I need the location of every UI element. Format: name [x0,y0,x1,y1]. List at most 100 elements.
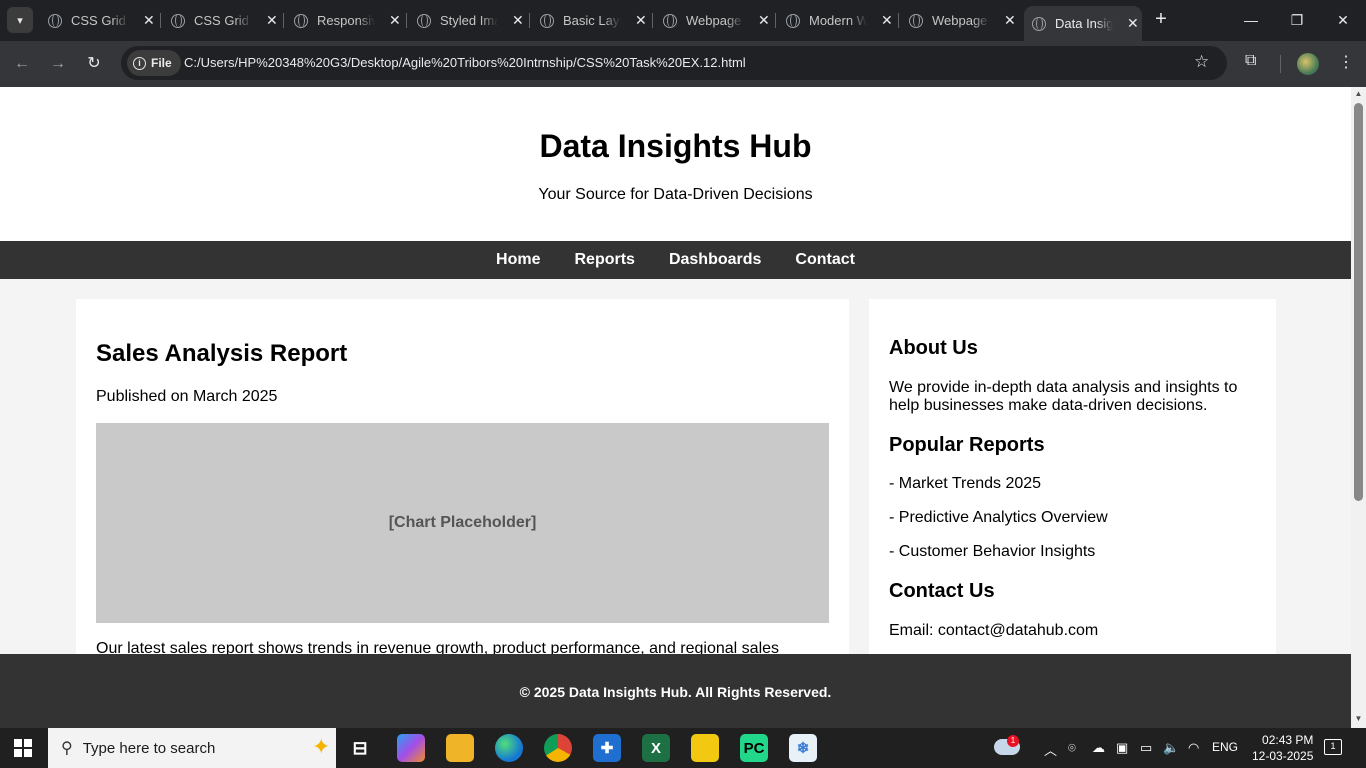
close-icon[interactable]: ✕ [758,12,770,29]
tab-title: CSS Grid Layout [194,13,252,28]
browser-tab[interactable]: Responsive Layout ✕ [283,6,404,35]
reload-button[interactable]: ↻ [82,52,106,76]
edge-browser-icon[interactable] [495,734,523,762]
wifi-icon[interactable]: ◠ [1188,740,1199,756]
profile-avatar[interactable] [1297,53,1319,75]
page-scrollbar[interactable]: ▲ ▼ [1351,87,1366,728]
volume-icon[interactable]: 🔈 [1163,740,1179,756]
globe-icon [540,13,554,28]
browser-tab[interactable]: CSS Grid Layout ✕ [40,6,158,35]
browser-tab[interactable]: Webpage ✕ [898,6,1019,35]
globe-icon [1032,16,1046,31]
scroll-up-arrow-icon[interactable]: ▲ [1354,89,1363,98]
notification-count: 1 [1330,741,1336,751]
footer-text: © 2025 Data Insights Hub. All Rights Res… [519,684,832,700]
popular-reports-title: Popular Reports [889,434,1045,456]
close-window-button[interactable]: ✕ [1320,6,1366,34]
extensions-icon[interactable]: ⧉ [1245,52,1256,70]
tab-title: Modern Webpage [809,13,867,28]
contact-title: Contact Us [889,580,995,602]
nav-link-home[interactable]: Home [496,251,540,269]
new-tab-button[interactable]: + [1150,8,1172,32]
close-icon[interactable]: ✕ [389,12,401,29]
site-info-chip[interactable]: i File [127,50,181,76]
report-heading: Sales Analysis Report [96,340,348,367]
clock-time: 02:43 PM [1262,733,1314,747]
tab-title: Data Insights Hub [1055,16,1113,31]
pycharm-icon[interactable]: PC [740,734,768,762]
meet-now-icon[interactable]: ⌾ [1068,740,1076,756]
browser-tab[interactable]: Modern Webpage ✕ [775,6,896,35]
globe-icon [48,13,62,28]
scroll-down-arrow-icon[interactable]: ▼ [1354,714,1363,723]
url-text[interactable]: C:/Users/HP%20348%20G3/Desktop/Agile%20T… [184,55,746,70]
site-info-label: File [151,56,172,70]
restore-button[interactable]: ❐ [1274,6,1320,34]
copilot-app-icon[interactable] [397,734,425,762]
nav-link-reports[interactable]: Reports [574,251,634,269]
display-icon[interactable]: ▣ [1116,740,1128,756]
browser-tab[interactable]: Basic Layout ✕ [529,6,650,35]
close-icon[interactable]: ✕ [266,12,278,29]
minimize-button[interactable]: — [1228,6,1274,34]
page-viewport: Data Insights Hub Your Source for Data-D… [0,87,1351,728]
menu-dots-icon[interactable]: ⋮ [1338,52,1354,72]
show-hidden-icons-icon[interactable]: ︿ [1044,740,1057,759]
globe-icon [786,13,800,28]
site-nav: Home Reports Dashboards Contact [0,241,1351,279]
globe-icon [294,13,308,28]
snipping-tool-icon[interactable]: ❄ [789,734,817,762]
site-footer: © 2025 Data Insights Hub. All Rights Res… [0,654,1351,728]
close-icon[interactable]: ✕ [143,12,155,29]
address-bar[interactable]: i File C:/Users/HP%20348%20G3/Desktop/Ag… [121,46,1227,80]
globe-icon [663,13,677,28]
search-icon: ⚲ [61,740,73,757]
bookmark-star-icon[interactable]: ☆ [1194,52,1209,72]
windows-taskbar: ⚲ Type here to search ✦ ⊟ ✚ X PC ❄ 1 ︿ ⌾… [0,728,1366,768]
site-header: Data Insights Hub Your Source for Data-D… [0,87,1351,241]
globe-icon [417,13,431,28]
taskbar-search[interactable]: ⚲ Type here to search ✦ [48,728,336,768]
browser-tab-active[interactable]: Data Insights Hub ✕ [1024,6,1142,41]
windows-start-icon[interactable] [14,739,32,757]
chart-placeholder: [Chart Placeholder] [96,423,829,623]
popular-report-item: - Predictive Analytics Overview [889,509,1108,526]
back-button[interactable]: ← [10,52,34,76]
browser-tab[interactable]: Webpage ✕ [652,6,773,35]
contact-email: Email: contact@datahub.com [889,622,1099,639]
about-text: We provide in-depth data analysis and in… [889,379,1238,414]
tab-title: Webpage [686,13,742,28]
tab-search-button[interactable]: ▾ [7,7,33,33]
power-bi-icon[interactable] [691,734,719,762]
info-icon: i [133,56,146,70]
scrollbar-thumb[interactable] [1354,103,1363,501]
taskbar-clock[interactable]: 02:43 PM 12-03-2025 [1252,732,1313,764]
forward-button[interactable]: → [46,52,70,76]
file-explorer-icon[interactable] [446,734,474,762]
battery-icon[interactable]: ▭ [1140,740,1152,756]
globe-icon [171,13,185,28]
close-icon[interactable]: ✕ [635,12,647,29]
close-icon[interactable]: ✕ [881,12,893,29]
notification-center-icon[interactable]: 1 [1324,739,1342,755]
weather-badge: 1 [1007,735,1019,747]
nav-link-dashboards[interactable]: Dashboards [669,251,761,269]
excel-icon[interactable]: X [642,734,670,762]
site-subtitle: Your Source for Data-Driven Decisions [538,186,813,203]
nav-link-contact[interactable]: Contact [795,251,855,269]
copilot-sparkle-icon: ✦ [312,734,331,759]
close-icon[interactable]: ✕ [1127,15,1139,32]
browser-tab[interactable]: Styled Image ✕ [406,6,527,35]
game-app-icon[interactable]: ✚ [593,734,621,762]
globe-icon [909,13,923,28]
published-date: Published on March 2025 [96,388,278,405]
chrome-browser-icon[interactable] [537,728,579,768]
close-icon[interactable]: ✕ [512,12,524,29]
task-view-icon[interactable]: ⊟ [346,734,374,762]
tab-title: CSS Grid Layout [71,13,129,28]
onedrive-icon[interactable]: ☁ [1092,740,1105,756]
language-indicator[interactable]: ENG [1212,740,1238,754]
close-icon[interactable]: ✕ [1004,12,1016,29]
browser-tab[interactable]: CSS Grid Layout ✕ [160,6,281,35]
tab-title: Styled Image [440,13,498,28]
